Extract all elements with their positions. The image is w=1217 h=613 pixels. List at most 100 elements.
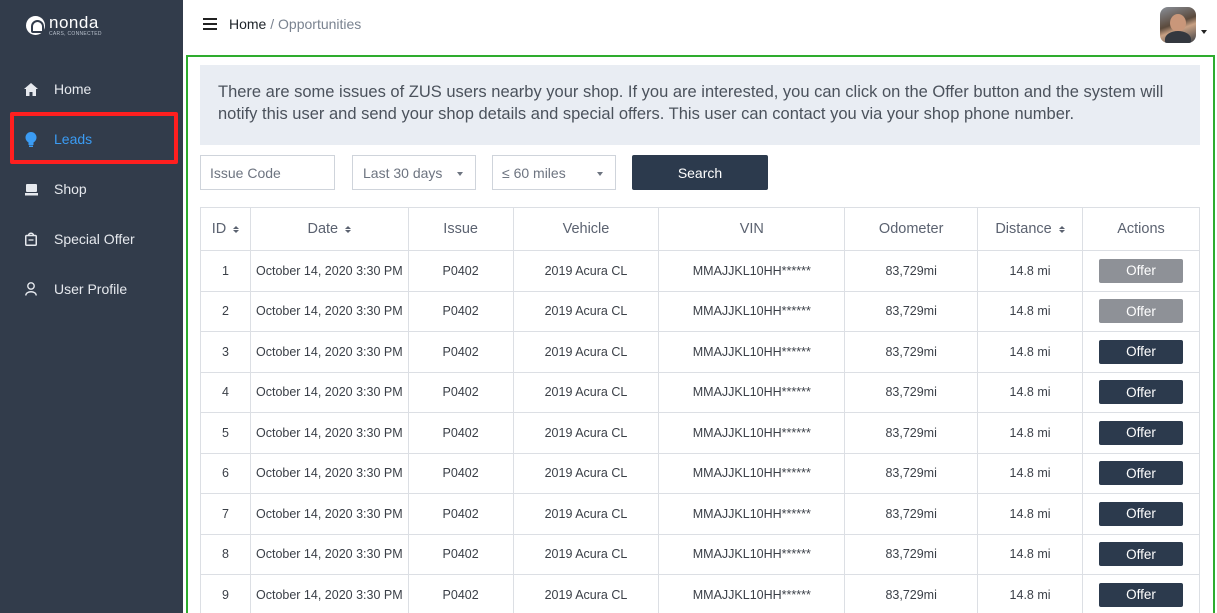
table-header-row: ID Date Issue Vehicle VIN Odometer Dista… (200, 207, 1200, 251)
offer-button[interactable]: Offer (1099, 501, 1183, 526)
sort-icon[interactable] (345, 225, 352, 233)
column-header-actions: Actions (1082, 207, 1200, 251)
sidebar-item-special-offer[interactable]: Special Offer (0, 214, 183, 264)
cell-issue: P0402 (407, 493, 514, 535)
offer-tag-icon (24, 232, 38, 246)
opportunities-panel: There are some issues of ZUS users nearb… (186, 55, 1215, 613)
nonda-logo-icon (26, 15, 45, 35)
cell-issue: P0402 (407, 412, 514, 454)
sidebar-nav: Home Leads Shop Special Offer User Profi… (0, 64, 183, 314)
cell-date: October 14, 2020 3:30 PM (249, 533, 409, 575)
column-header-date[interactable]: Date (249, 207, 409, 251)
cell-vehicle: 2019 Acura CL (512, 452, 660, 494)
cell-actions: Offer (1082, 574, 1200, 613)
cell-date: October 14, 2020 3:30 PM (249, 452, 409, 494)
chevron-down-icon[interactable] (1201, 30, 1207, 34)
table-body: 1 October 14, 2020 3:30 PM P0402 2019 Acura… (200, 250, 1200, 613)
offer-button[interactable]: Offer (1099, 380, 1183, 405)
cell-odometer: 83,729mi (844, 574, 979, 613)
distance-value: ≤ 60 miles (502, 165, 566, 181)
cell-issue: P0402 (407, 290, 514, 332)
offer-button[interactable]: Offer (1099, 542, 1183, 567)
offer-button[interactable]: Offer (1099, 258, 1183, 283)
cell-distance: 14.8 mi (977, 250, 1083, 292)
offer-button[interactable]: Offer (1099, 420, 1183, 445)
cell-odometer: 83,729mi (844, 493, 979, 535)
cell-vehicle: 2019 Acura CL (512, 493, 660, 535)
sidebar: nonda CARS, CONNECTED Home Leads Shop Sp… (0, 0, 183, 613)
cell-distance: 14.8 mi (977, 574, 1083, 613)
cell-vehicle: 2019 Acura CL (512, 371, 660, 413)
cell-distance: 14.8 mi (977, 452, 1083, 494)
cell-vehicle: 2019 Acura CL (512, 290, 660, 332)
cell-vin: MMAJJKL10HH****** (658, 452, 846, 494)
cell-id: 5 (200, 412, 251, 454)
table-row: 9 October 14, 2020 3:30 PM P0402 2019 Acura… (200, 574, 1200, 613)
cell-actions: Offer (1082, 412, 1200, 454)
sidebar-item-home[interactable]: Home (0, 64, 183, 114)
cell-odometer: 83,729mi (844, 371, 979, 413)
offer-button[interactable]: Offer (1099, 461, 1183, 486)
cell-vin: MMAJJKL10HH****** (658, 574, 846, 613)
avatar[interactable] (1160, 7, 1196, 43)
table-row: 5 October 14, 2020 3:30 PM P0402 2019 Acura… (200, 412, 1200, 454)
sort-icon[interactable] (1058, 225, 1065, 233)
cell-distance: 14.8 mi (977, 371, 1083, 413)
breadcrumb-home-link[interactable]: Home (229, 16, 266, 32)
column-header-issue: Issue (407, 207, 514, 251)
date-range-value: Last 30 days (363, 165, 443, 181)
cell-actions: Offer (1082, 371, 1200, 413)
cell-vehicle: 2019 Acura CL (512, 574, 660, 613)
breadcrumb-current: Opportunities (278, 15, 362, 32)
column-header-id[interactable]: ID (200, 207, 251, 251)
cell-odometer: 83,729mi (844, 452, 979, 494)
cell-distance: 14.8 mi (977, 493, 1083, 535)
cell-date: October 14, 2020 3:30 PM (249, 574, 409, 613)
cell-vehicle: 2019 Acura CL (512, 331, 660, 373)
distance-select[interactable]: ≤ 60 miles (492, 155, 616, 190)
cell-vin: MMAJJKL10HH****** (658, 371, 846, 413)
cell-distance: 14.8 mi (977, 290, 1083, 332)
cell-actions: Offer (1082, 533, 1200, 575)
info-notice: There are some issues of ZUS users nearb… (200, 65, 1200, 145)
cell-actions: Offer (1082, 290, 1200, 332)
breadcrumb: Home / Opportunities (229, 16, 361, 32)
filter-bar: Issue Code Last 30 days ≤ 60 miles Searc… (200, 155, 1200, 191)
offer-button[interactable]: Offer (1099, 299, 1183, 324)
search-button[interactable]: Search (632, 155, 768, 190)
offer-button[interactable]: Offer (1099, 582, 1183, 607)
offer-button[interactable]: Offer (1099, 339, 1183, 364)
sidebar-item-label: Home (54, 81, 92, 97)
opportunities-table: ID Date Issue Vehicle VIN Odometer Dista… (200, 207, 1200, 613)
table-row: 1 October 14, 2020 3:30 PM P0402 2019 Acura… (200, 250, 1200, 292)
cell-vin: MMAJJKL10HH****** (658, 290, 846, 332)
annotation-highlight-box (10, 112, 178, 164)
cell-odometer: 83,729mi (844, 533, 979, 575)
cell-issue: P0402 (407, 574, 514, 613)
cell-date: October 14, 2020 3:30 PM (249, 331, 409, 373)
column-header-vin: VIN (658, 207, 846, 251)
issue-code-input[interactable]: Issue Code (200, 155, 335, 190)
date-range-select[interactable]: Last 30 days (352, 155, 476, 190)
dropdown-caret-icon (457, 172, 463, 176)
cell-vin: MMAJJKL10HH****** (658, 493, 846, 535)
hamburger-menu-icon[interactable] (203, 17, 217, 30)
cell-issue: P0402 (407, 533, 514, 575)
breadcrumb-separator: / (266, 15, 279, 32)
cell-odometer: 83,729mi (844, 412, 979, 454)
cell-actions: Offer (1082, 493, 1200, 535)
sidebar-item-shop[interactable]: Shop (0, 164, 183, 214)
brand-logo[interactable]: nonda CARS, CONNECTED (26, 10, 102, 40)
sidebar-item-label: Shop (54, 181, 87, 197)
cell-date: October 14, 2020 3:30 PM (249, 290, 409, 332)
shop-icon (24, 182, 38, 196)
sort-icon[interactable] (233, 225, 240, 233)
cell-id: 3 (200, 331, 251, 373)
cell-actions: Offer (1082, 250, 1200, 292)
table-row: 8 October 14, 2020 3:30 PM P0402 2019 Acura… (200, 533, 1200, 575)
cell-issue: P0402 (407, 452, 514, 494)
cell-date: October 14, 2020 3:30 PM (249, 493, 409, 535)
table-row: 3 October 14, 2020 3:30 PM P0402 2019 Acura… (200, 331, 1200, 373)
sidebar-item-user-profile[interactable]: User Profile (0, 264, 183, 314)
column-header-distance[interactable]: Distance (977, 207, 1083, 251)
